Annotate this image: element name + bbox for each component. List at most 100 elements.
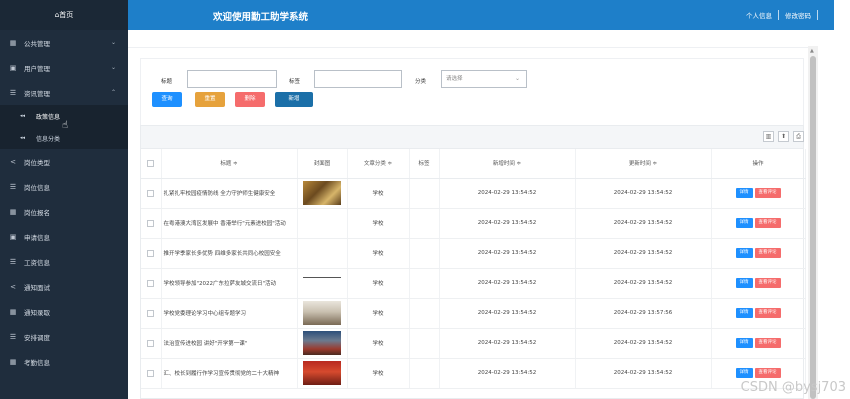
list-icon: ☰ [9,182,17,191]
user-info-link[interactable]: 个人信息 [746,10,772,20]
detail-button[interactable]: 详情 [735,248,753,258]
change-password-link[interactable]: 修改密码 [785,10,811,20]
list-icon: ☰ [9,332,17,341]
reset-button[interactable]: 重置 [195,92,225,107]
sidebar-item-job-apply[interactable]: ▦ 岗位报名 [0,199,128,224]
sidebar-item-users[interactable]: ▣ 用户管理 ⌄ [0,55,128,80]
sidebar-item-admit[interactable]: ▦ 通知录取 [0,299,128,324]
cell-tag [409,298,440,329]
sidebar-item-salary[interactable]: ☰ 工资信息 [0,249,128,274]
cell-actions: 详情 查看评论 [711,178,806,209]
column-header-created[interactable]: 新增时间 ≑ [439,149,576,179]
detail-button[interactable]: 详情 [735,338,753,348]
sidebar-item-news[interactable]: ☰ 资讯管理 ⌃ [0,80,128,105]
sidebar-item-attendance[interactable]: ▦ 考勤信息 [0,349,128,374]
user-icon: ▣ [9,63,17,72]
cell-category: 学校 [347,178,410,209]
scrollbar-thumb[interactable] [810,56,816,399]
watermark: CSDN @bysj703 [740,380,846,395]
cell-created: 2024-02-29 13:54:52 [439,298,576,329]
title-search-input[interactable] [187,70,277,88]
add-button[interactable]: 新增 [275,92,313,107]
sidebar-item-job-type[interactable]: < 岗位类型 [0,149,128,174]
list-icon: ☰ [9,88,17,97]
detail-button[interactable]: 详情 [735,368,753,378]
scroll-up-icon[interactable]: ▲ [810,48,814,54]
cover-image [303,277,341,278]
column-header-category[interactable]: 文章分类 ≑ [347,149,410,179]
row-checkbox[interactable] [141,298,162,329]
view-comments-button[interactable]: 查看评论 [754,218,781,228]
sidebar-item-label: 申请信息 [24,233,50,242]
print-icon[interactable]: ⎙ [793,131,804,142]
table-row: 法治宣传进校园 讲好"开学第一课" 学校 2024-02-29 13:54:52 20… [141,328,806,359]
view-comments-button[interactable]: 查看评论 [754,308,781,318]
table-row: 学校党委理论学习中心组专题学习 学校 2024-02-29 13:54:52 2024… [141,298,806,329]
view-comments-button[interactable]: 查看评论 [754,338,781,348]
cell-category: 学校 [347,328,410,359]
table-row: 在粤港澳大湾区发展中 香港举行"元素进校园"活动 学校 2024-02-29 13:… [141,208,806,239]
sidebar-item-label: 考勤信息 [24,358,50,367]
row-checkbox[interactable] [141,328,162,359]
cell-cover [297,298,348,329]
sidebar-home[interactable]: ⌂首页 [0,0,128,30]
cell-created: 2024-02-29 13:54:52 [439,178,576,209]
view-comments-button[interactable]: 查看评论 [754,248,781,258]
top-header: 欢迎使用勤工助学系统 个人信息 修改密码 [128,0,834,30]
category-select[interactable]: 请选择 ⌄ [441,70,527,88]
sidebar-item-label: 资讯管理 [24,89,50,98]
detail-button[interactable]: 详情 [735,308,753,318]
title-filter-label: 标题 [161,79,173,85]
cell-title: 法治宣传进校园 讲好"开学第一课" [161,328,298,359]
cell-category: 学校 [347,208,410,239]
table-row: 扎紧扎牢校园疫情防线 全力守护师生健康安全 学校 2024-02-29 13:54:… [141,178,806,209]
view-comments-button[interactable]: 查看评论 [754,188,781,198]
chevron-down-icon: ⌄ [110,64,116,71]
detail-button[interactable]: 详情 [735,278,753,288]
table-row: 汇、校长到履行作学习宣传贯彻党的二十大精神 学校 2024-02-29 13:54:… [141,358,806,389]
column-header-cover: 封面图 [297,149,348,179]
select-all-checkbox[interactable] [141,149,162,179]
row-checkbox[interactable] [141,358,162,389]
sidebar-item-label: 公共管理 [24,39,50,48]
window-edge [834,0,850,399]
sidebar-subitem-label: 信息分类 [36,135,61,143]
share-icon: < [10,282,16,291]
tag-search-input[interactable] [314,70,402,88]
row-checkbox[interactable] [141,268,162,299]
sidebar-item-application[interactable]: ▣ 申请信息 [0,224,128,249]
grid-icon: ▦ [9,207,17,216]
cell-tag [409,268,440,299]
sidebar-subitem-label: 政策信息 [36,113,61,121]
cell-title: 学校领导参加"2022广东拉萨友城交流日"活动 [161,268,298,299]
sidebar-item-public[interactable]: ▦ 公共管理 ⌄ [0,30,128,55]
table-row: 推开学季家长多优势 四维多家长共同心校园安全 学校 2024-02-29 13:54… [141,238,806,269]
row-checkbox[interactable] [141,238,162,269]
row-checkbox[interactable] [141,208,162,239]
delete-button[interactable]: 删除 [235,92,265,107]
grid-icon: ▦ [9,357,17,366]
sidebar-item-schedule[interactable]: ☰ 安排调度 [0,324,128,349]
sidebar-item-interview[interactable]: < 通知面试 [0,274,128,299]
column-header-updated[interactable]: 更新时间 ≑ [575,149,712,179]
view-comments-button[interactable]: 查看评论 [754,278,781,288]
detail-button[interactable]: 详情 [735,218,753,228]
sidebar: ⌂首页 ▦ 公共管理 ⌄ ▣ 用户管理 ⌄ ☰ 资讯管理 ⌃ ◂◂ 政策信息 ◂… [0,0,128,399]
cell-updated: 2024-02-29 13:54:52 [575,238,712,269]
row-checkbox[interactable] [141,178,162,209]
sidebar-item-job-info[interactable]: ☰ 岗位信息 [0,174,128,199]
vertical-scrollbar[interactable]: ▲ [808,46,818,399]
columns-icon[interactable]: ▥ [763,131,774,142]
export-icon[interactable]: ⬆ [778,131,789,142]
column-header-title[interactable]: 标题 ≑ [161,149,298,179]
cell-category: 学校 [347,298,410,329]
view-comments-button[interactable]: 查看评论 [754,368,781,378]
cell-title: 扎紧扎牢校园疫情防线 全力守护师生健康安全 [161,178,298,209]
query-button[interactable]: 查询 [152,92,182,107]
cover-image [303,241,341,265]
cell-category: 学校 [347,268,410,299]
news-table: 标题 ≑ 封面图 文章分类 ≑ 标签 新增时间 ≑ 更新时间 ≑ 操作 扎紧扎牢… [141,149,806,389]
cell-cover [297,238,348,269]
detail-button[interactable]: 详情 [735,188,753,198]
table-header-row: 标题 ≑ 封面图 文章分类 ≑ 标签 新增时间 ≑ 更新时间 ≑ 操作 [141,149,806,179]
